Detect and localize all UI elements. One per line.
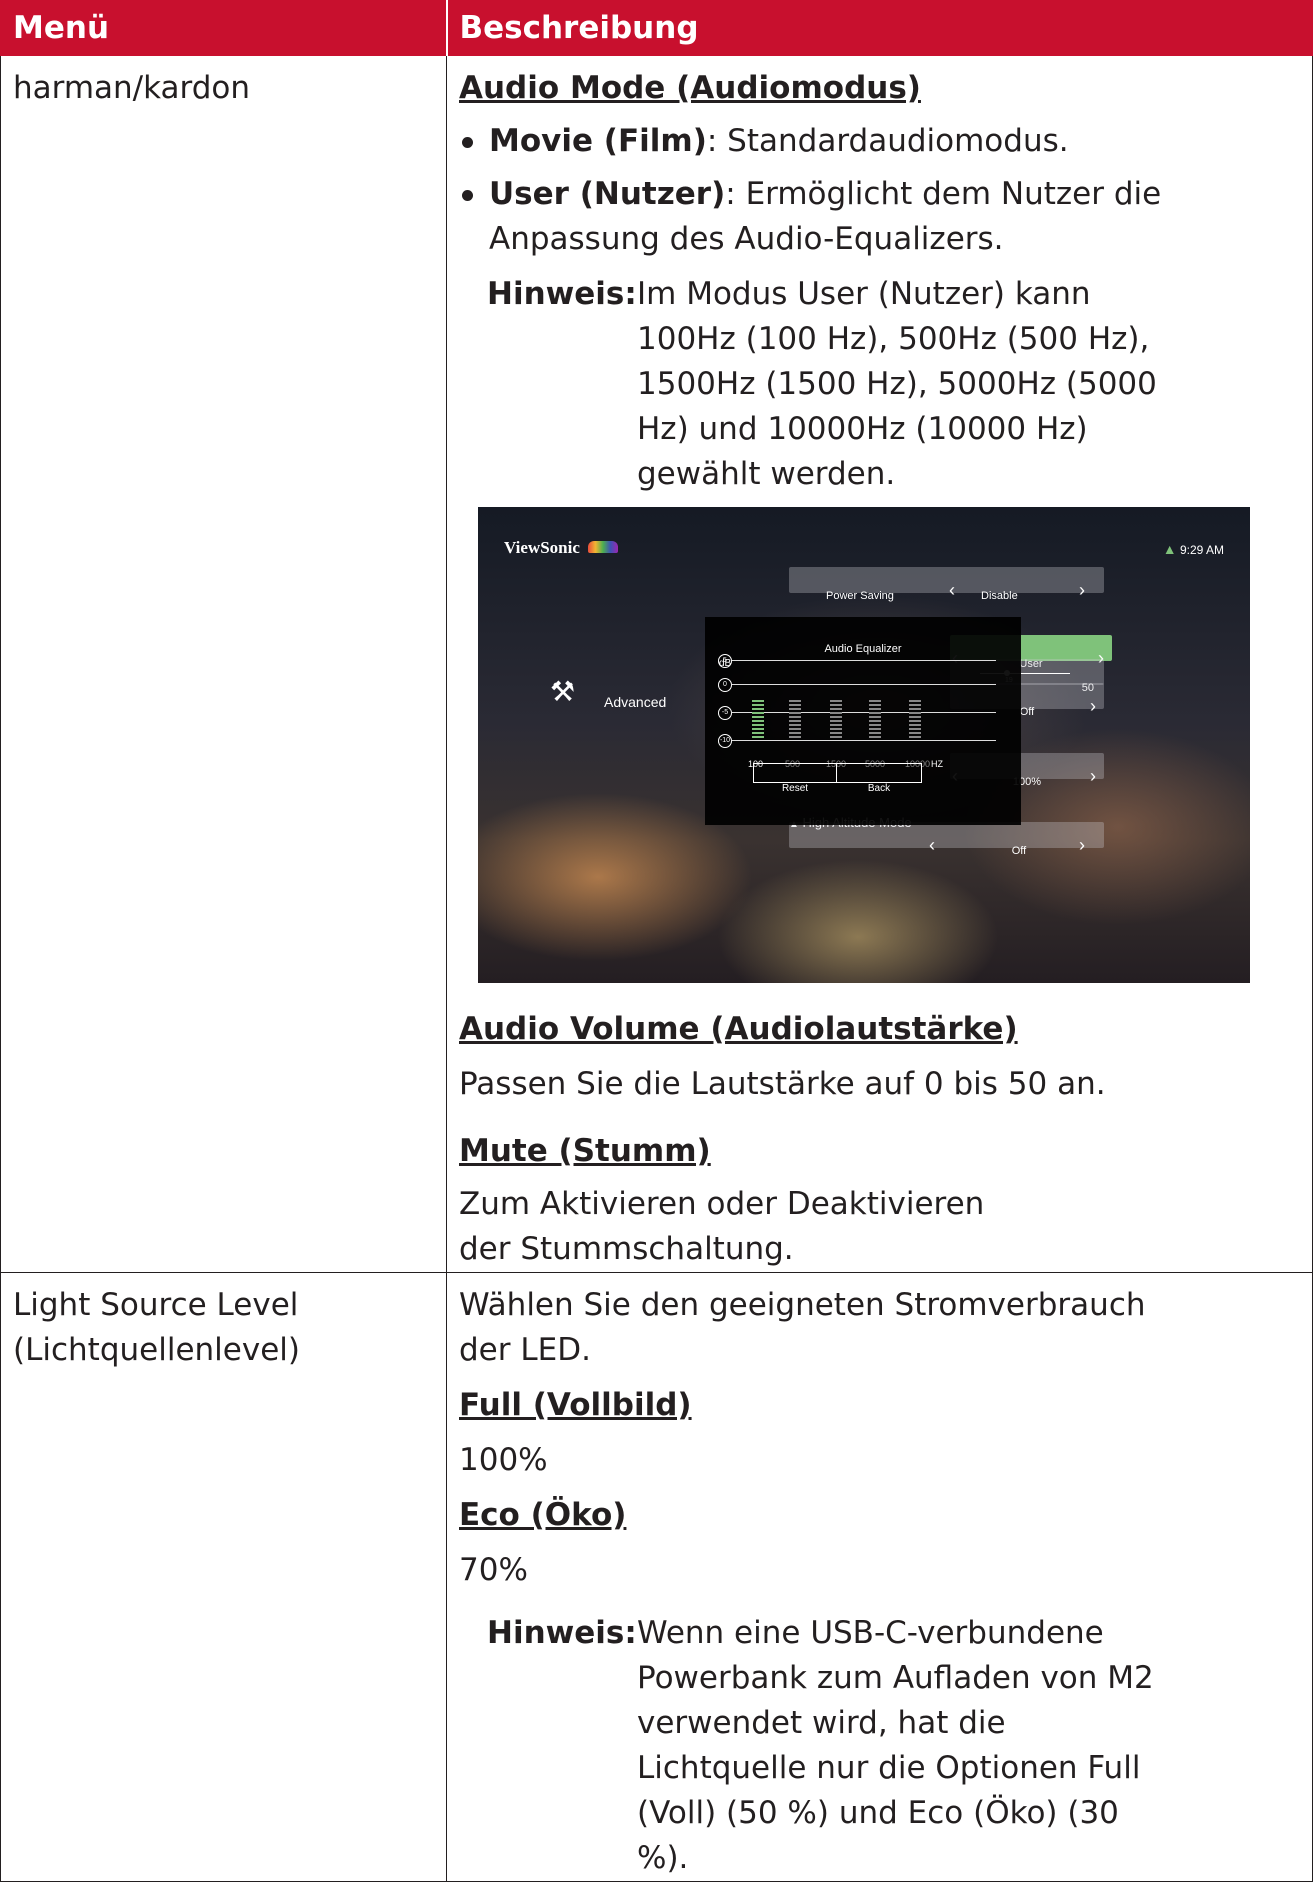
audio-mode-title: Audio Mode (Audiomodus) [459, 70, 921, 106]
note-text: Wenn eine USB-C-verbundene Powerbank zum… [637, 1615, 1154, 1876]
full-value: 100% [459, 1442, 548, 1478]
eq-band-bar[interactable] [830, 700, 842, 740]
audio-equalizer-screenshot: ViewSonic ▲ 9:29 AM Power Saving ‹ Disab… [478, 507, 1250, 983]
eq-level-marker: -5 [718, 706, 732, 720]
eq-grid-line [732, 740, 996, 741]
light-intro: Wählen Sie den geeigneten Stromverbrauch… [459, 1287, 1146, 1368]
eq-grid-line [732, 712, 996, 713]
back-button[interactable]: Back [838, 766, 920, 811]
eq-grid-line [732, 684, 996, 685]
chevron-right-icon[interactable]: › [1079, 823, 1085, 868]
high-altitude-value: Off [1011, 845, 1027, 857]
audio-equalizer-dialog: Audio Equalizer dB 50-5-1010050015005000… [705, 617, 1021, 825]
menu-light-source-level: Light Source Level (Lichtquellenlevel) [0, 1272, 447, 1882]
buttons-divider [836, 764, 837, 782]
wifi-status: ▲ 9:29 AM [1162, 541, 1224, 557]
birds-logo-icon [588, 541, 619, 553]
note-text: Im Modus User (Nutzer) kann 100Hz (100 H… [637, 276, 1157, 492]
eq-band-bar[interactable] [752, 700, 764, 740]
eq-band-bar[interactable] [869, 700, 881, 740]
eco-title: Eco (Öko) [459, 1497, 627, 1533]
high-altitude-row[interactable]: ‹ Off › [789, 822, 1104, 857]
chevron-right-icon[interactable]: › [1079, 568, 1085, 613]
tools-icon: ⚒ [550, 676, 576, 707]
eq-hz-label: HZ [931, 759, 943, 769]
list-item: User (Nutzer): Ermöglicht dem Nutzer die… [447, 172, 1312, 262]
chevron-right-icon[interactable]: › [1090, 684, 1096, 729]
note: Hinweis: Wenn eine USB-C-verbundene Powe… [447, 1611, 1312, 1881]
reset-button[interactable]: Reset [754, 766, 836, 811]
note-label: Hinweis: [487, 1615, 637, 1651]
audio-mode-list: Movie (Film): Standardaudiomodus. User (… [447, 119, 1312, 262]
table-header-row: Menü Beschreibung [0, 0, 1313, 56]
settings-table: Menü Beschreibung harman/kardon Audio Mo… [0, 0, 1313, 1882]
mute-text: Zum Aktivieren oder Deaktivieren der Stu… [459, 1186, 985, 1267]
viewsonic-logo: ViewSonic [504, 525, 619, 570]
eq-grid-line [732, 660, 996, 661]
wifi-icon: ▲ [1162, 541, 1177, 557]
power-saving-value: Disable [981, 590, 1018, 602]
eq-level-marker: 0 [718, 678, 732, 692]
table-row: Light Source Level (Lichtquellenlevel) W… [0, 1272, 1313, 1882]
power-saving-row[interactable]: Power Saving ‹ Disable › [789, 567, 1104, 602]
list-item: Movie (Film): Standardaudiomodus. [447, 119, 1312, 164]
description-cell: Audio Mode (Audiomodus) Movie (Film): St… [446, 55, 1313, 1273]
mute-title: Mute (Stumm) [459, 1133, 711, 1169]
eq-band-bar[interactable] [789, 700, 801, 740]
equalizer-buttons: Reset Back [753, 763, 922, 794]
note-label: Hinweis: [487, 276, 637, 312]
menu-harman-kardon: harman/kardon [0, 55, 447, 1273]
eq-band-bar[interactable] [909, 700, 921, 740]
chevron-left-icon[interactable]: ‹ [949, 568, 955, 613]
eco-value: 70% [459, 1552, 528, 1588]
equalizer-title: Audio Equalizer [824, 643, 902, 655]
header-description: Beschreibung [446, 0, 1313, 56]
eq-level-marker: 5 [718, 654, 732, 668]
advanced-label: Advanced [604, 694, 667, 710]
table-row: harman/kardon Audio Mode (Audiomodus) Mo… [0, 55, 1313, 1273]
note: Hinweis: Im Modus User (Nutzer) kann 100… [447, 272, 1312, 497]
chevron-right-icon[interactable]: › [1090, 754, 1096, 799]
header-menu: Menü [0, 0, 448, 56]
audio-volume-text: Passen Sie die Lautstärke auf 0 bis 50 a… [459, 1066, 1106, 1102]
eq-level-marker: -10 [718, 734, 732, 748]
audio-volume-title: Audio Volume (Audiolautstärke) [459, 1011, 1018, 1047]
full-title: Full (Vollbild) [459, 1387, 692, 1423]
power-saving-label: Power Saving [826, 590, 894, 602]
description-cell: Wählen Sie den geeigneten Stromverbrauch… [446, 1272, 1313, 1882]
